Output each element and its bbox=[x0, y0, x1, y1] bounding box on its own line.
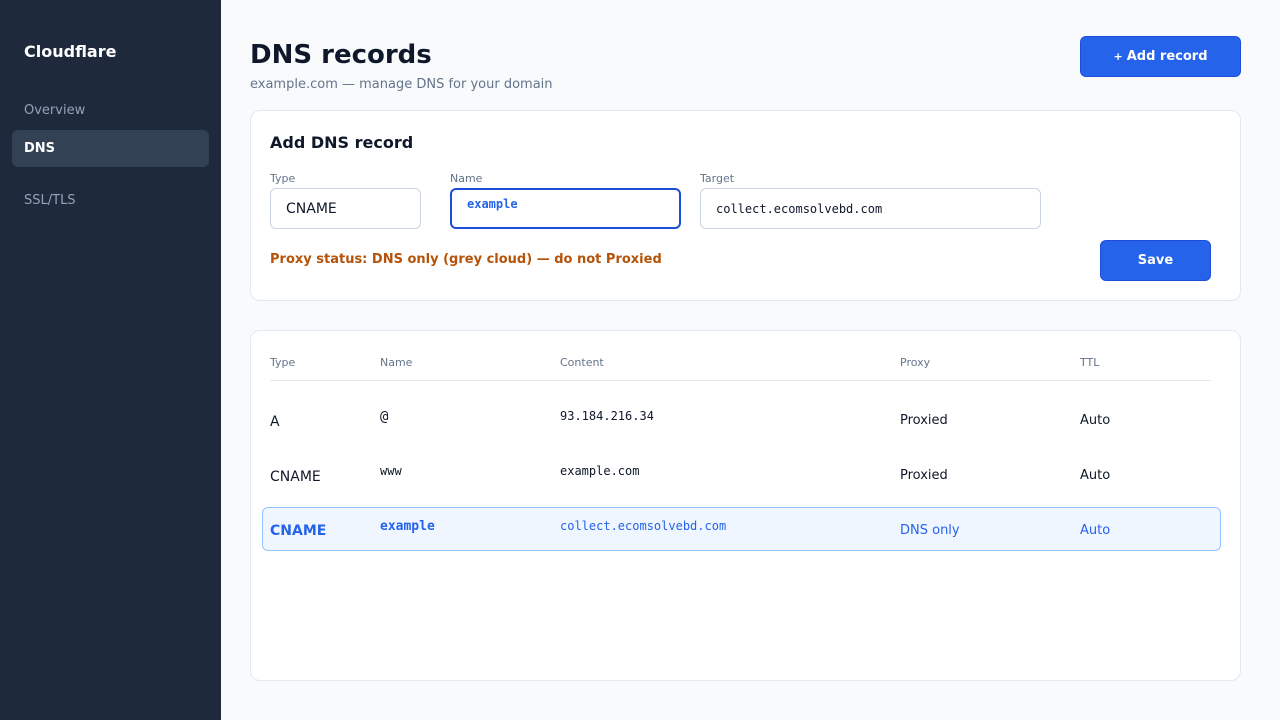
column-header-ttl: TTL bbox=[1080, 356, 1100, 369]
target-value: collect.ecomsolvebd.com bbox=[716, 201, 883, 216]
sidebar-item-label: DNS bbox=[24, 141, 56, 156]
record-name: www bbox=[380, 464, 402, 478]
target-input[interactable]: collect.ecomsolvebd.com bbox=[700, 188, 1041, 229]
record-ttl: Auto bbox=[1080, 523, 1111, 538]
record-proxy: Proxied bbox=[900, 413, 948, 428]
sidebar-item-label: SSL/TLS bbox=[24, 193, 76, 208]
save-button[interactable]: Save bbox=[1100, 240, 1211, 281]
name-value: example bbox=[467, 197, 518, 211]
record-name: @ bbox=[380, 409, 389, 425]
sidebar-item-label: Overview bbox=[24, 103, 86, 118]
sidebar-item-overview[interactable]: Overview bbox=[12, 92, 209, 129]
column-header-name: Name bbox=[380, 356, 413, 369]
plus-icon: + bbox=[1113, 50, 1123, 63]
add-dns-record-form: Add DNS record Type CNAME Name example T… bbox=[250, 110, 1241, 301]
record-ttl: Auto bbox=[1080, 413, 1111, 428]
main-content: DNS records example.com — manage DNS for… bbox=[221, 0, 1280, 720]
record-name: example bbox=[380, 519, 435, 534]
page-title: DNS records bbox=[250, 40, 432, 70]
column-header-type: Type bbox=[270, 356, 296, 369]
page-subtitle: example.com — manage DNS for your domain bbox=[250, 77, 553, 92]
header-divider bbox=[270, 380, 1211, 381]
brand-logo: Cloudflare bbox=[24, 42, 117, 61]
add-record-label: Add record bbox=[1126, 49, 1208, 64]
record-type: CNAME bbox=[270, 469, 321, 485]
record-content: example.com bbox=[560, 464, 640, 478]
type-select[interactable]: CNAME bbox=[270, 188, 421, 229]
proxy-status-warning: Proxy status: DNS only (grey cloud) — do… bbox=[270, 252, 662, 267]
sidebar-item-ssl-tls[interactable]: SSL/TLS bbox=[12, 182, 209, 219]
record-content: 93.184.216.34 bbox=[560, 409, 654, 423]
record-type: A bbox=[270, 414, 280, 430]
column-header-content: Content bbox=[560, 356, 604, 369]
type-value: CNAME bbox=[286, 200, 337, 217]
name-label: Name bbox=[450, 172, 483, 185]
record-proxy: Proxied bbox=[900, 468, 948, 483]
table-row[interactable]: CNAME www example.com Proxied Auto bbox=[262, 452, 1221, 496]
record-ttl: Auto bbox=[1080, 468, 1111, 483]
target-label: Target bbox=[700, 172, 735, 185]
table-row[interactable]: A @ 93.184.216.34 Proxied Auto bbox=[262, 397, 1221, 441]
sidebar-item-dns[interactable]: DNS bbox=[12, 130, 209, 167]
table-row-highlighted[interactable]: CNAME example collect.ecomsolvebd.com DN… bbox=[262, 507, 1221, 551]
type-label: Type bbox=[270, 172, 296, 185]
record-content: collect.ecomsolvebd.com bbox=[560, 519, 727, 533]
dns-records-table: Type Name Content Proxy TTL A @ 93.184.2… bbox=[250, 330, 1241, 681]
form-title: Add DNS record bbox=[270, 133, 414, 152]
sidebar: Cloudflare Overview DNS SSL/TLS bbox=[0, 0, 221, 720]
add-record-button[interactable]: + Add record bbox=[1080, 36, 1241, 77]
record-type: CNAME bbox=[270, 523, 327, 539]
name-input[interactable]: example bbox=[450, 188, 681, 229]
record-proxy: DNS only bbox=[900, 523, 960, 538]
column-header-proxy: Proxy bbox=[900, 356, 931, 369]
